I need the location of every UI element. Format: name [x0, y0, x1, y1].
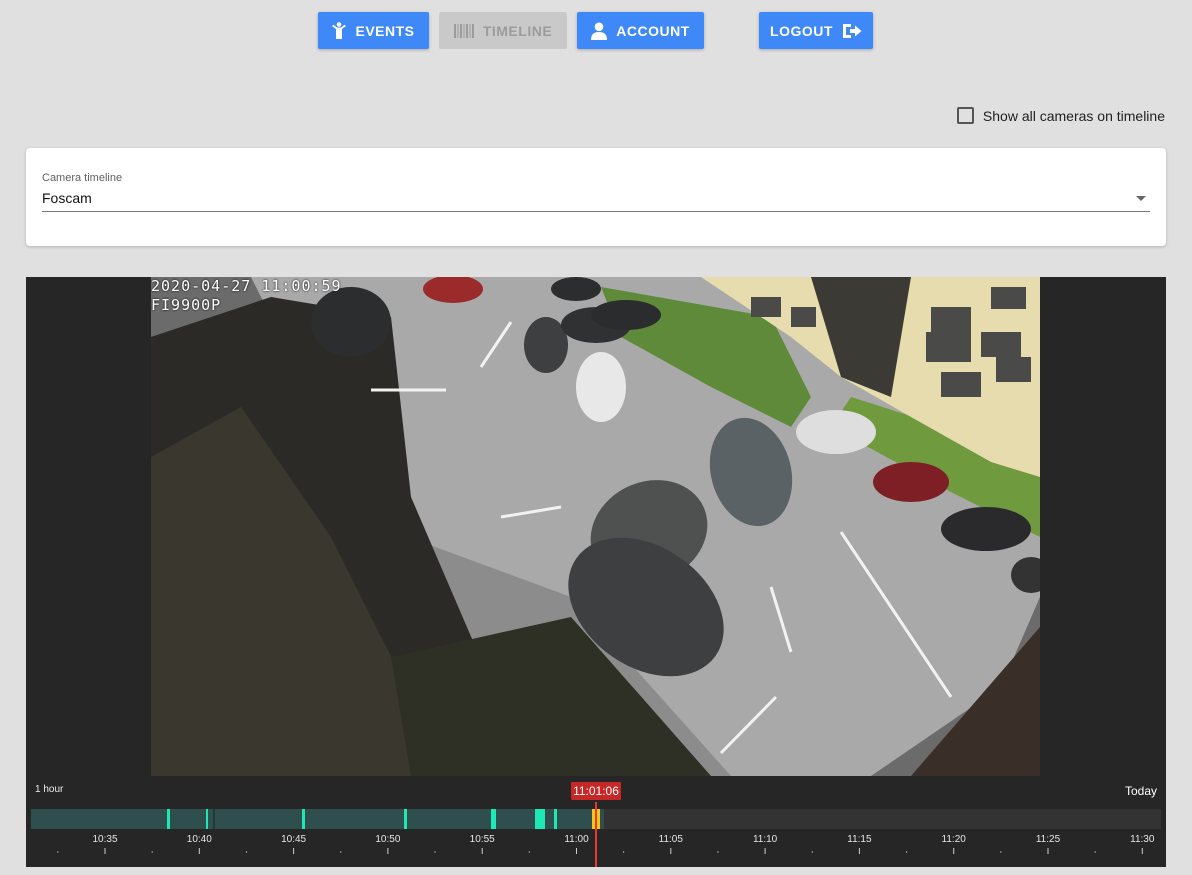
motion-event [404, 809, 407, 829]
show-all-cameras-option[interactable]: Show all cameras on timeline [956, 107, 1165, 124]
timeline-today-label[interactable]: Today [1125, 784, 1157, 798]
person-event-icon [332, 21, 347, 40]
tick-label: 10:55 [470, 834, 495, 845]
tick-label: 10:40 [187, 834, 212, 845]
tick-label: 11:30 [1130, 834, 1155, 845]
video-overlay-text: 2020-04-27 11:00:59 FI9900P [151, 277, 342, 315]
show-all-cameras-label: Show all cameras on timeline [982, 107, 1165, 124]
timeline-bar[interactable]: 10:35 10:40 10:45 10:50 10:55 11:00 11:05 11:10… [26, 802, 1166, 867]
video-timestamp: 2020-04-27 11:00:59 [151, 277, 342, 295]
tick-label: 10:35 [92, 834, 117, 845]
motion-event [302, 809, 305, 829]
dropdown-arrow-icon[interactable] [1136, 196, 1146, 201]
logout-button[interactable]: LOGOUT [759, 12, 873, 49]
recording-gap [213, 809, 215, 829]
tick-label: 11:10 [753, 834, 778, 845]
recording-segment [31, 809, 604, 829]
timeline-label: TIMELINE [482, 22, 553, 39]
motion-event [206, 809, 208, 829]
motion-event [554, 809, 557, 829]
video-camera-model: FI9900P [151, 296, 222, 314]
tick-label: 11:20 [942, 834, 967, 845]
motion-event [167, 809, 170, 829]
tick-label: 11:25 [1036, 834, 1061, 845]
logout-label: LOGOUT [770, 22, 833, 39]
tick-label: 11:00 [564, 834, 589, 845]
camera-select-label: Camera timeline [42, 172, 123, 184]
tick-label: 11:15 [847, 834, 872, 845]
motion-event [491, 809, 496, 829]
tick-label: 10:45 [281, 834, 306, 845]
camera-select-underline [42, 211, 1150, 212]
top-nav: EVENTS TIMELINE ACCOUNT LOGOUT [0, 12, 1192, 49]
account-label: ACCOUNT [616, 22, 690, 39]
tick-label: 10:50 [375, 834, 400, 845]
parking-lot-scene [151, 277, 1040, 776]
camera-select-card: Camera timeline Foscam [26, 148, 1166, 246]
camera-select[interactable]: Foscam [42, 190, 92, 206]
timeline-cursor-time: 11:01:06 [571, 782, 621, 800]
events-button[interactable]: EVENTS [318, 12, 429, 49]
timeline-button[interactable]: TIMELINE [439, 12, 567, 49]
logout-icon [842, 23, 862, 39]
events-label: EVENTS [355, 22, 415, 39]
video-player: 2020-04-27 11:00:59 FI9900P 1 hour Today… [26, 277, 1166, 867]
tick-label: 11:05 [659, 834, 684, 845]
timeline-range-label[interactable]: 1 hour [35, 784, 63, 795]
motion-event [535, 809, 545, 829]
barcode-icon [453, 23, 474, 38]
account-button[interactable]: ACCOUNT [577, 12, 704, 49]
show-all-cameras-checkbox[interactable] [956, 107, 974, 124]
user-icon [591, 22, 608, 40]
camera-video[interactable]: 2020-04-27 11:00:59 FI9900P [151, 277, 1040, 776]
